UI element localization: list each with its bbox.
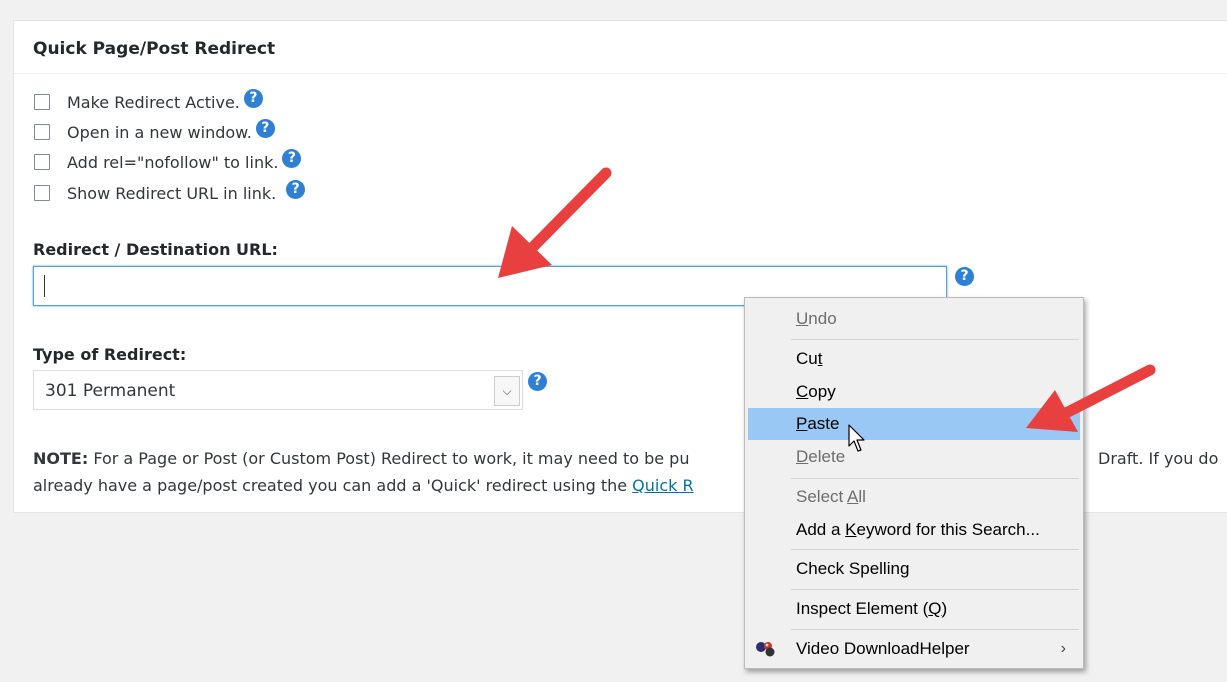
make-active-checkbox[interactable] <box>34 94 50 110</box>
note-line1-end: Draft. If you do <box>1098 449 1219 468</box>
note-line1: For a Page or Post (or Custom Post) Redi… <box>88 449 690 468</box>
menu-separator <box>791 478 1079 479</box>
panel-title: Quick Page/Post Redirect <box>33 39 276 59</box>
menu-item-delete[interactable]: Delete <box>748 441 1080 473</box>
chevron-down-icon[interactable]: ⌵ <box>494 376 520 406</box>
menu-separator <box>791 589 1079 590</box>
help-icon[interactable]: ? <box>955 267 974 286</box>
note-line2: already have a page/post created you can… <box>33 476 633 495</box>
option-label: Add rel="nofollow" to link. <box>67 152 279 172</box>
option-label: Show Redirect URL in link. <box>67 183 277 203</box>
show-url-checkbox[interactable] <box>34 185 50 201</box>
text-caret <box>44 275 45 297</box>
help-icon[interactable]: ? <box>255 118 275 138</box>
menu-item-video-downloadhelper[interactable]: Video DownloadHelper › <box>748 633 1080 665</box>
help-icon[interactable]: ? <box>282 148 302 168</box>
redirect-type-select[interactable]: 301 Permanent ⌵ <box>33 370 523 410</box>
option-new-window[interactable]: Open in a new window. ? <box>34 118 275 144</box>
option-show-url[interactable]: Show Redirect URL in link. ? <box>34 179 306 205</box>
menu-separator <box>791 339 1079 340</box>
help-icon[interactable]: ? <box>243 88 263 108</box>
redirect-type-label: Type of Redirect: <box>33 345 187 364</box>
note-bold: NOTE: <box>33 449 89 468</box>
nofollow-checkbox[interactable] <box>34 154 50 170</box>
menu-separator <box>791 549 1079 550</box>
menu-separator <box>791 629 1079 630</box>
selected-value: 301 Permanent <box>45 381 176 401</box>
menu-item-undo[interactable]: Undo <box>748 303 1080 335</box>
menu-item-copy[interactable]: Copy <box>748 376 1080 408</box>
menu-item-add-keyword[interactable]: Add a Keyword for this Search... <box>748 514 1080 546</box>
menu-item-select-all[interactable]: Select All <box>748 481 1080 513</box>
menu-item-cut[interactable]: Cut <box>748 343 1080 375</box>
menu-item-label: Video DownloadHelper <box>796 639 970 658</box>
option-label: Open in a new window. <box>67 122 252 142</box>
panel-divider <box>14 73 1227 74</box>
quick-redirect-link[interactable]: Quick R <box>632 476 693 495</box>
new-window-checkbox[interactable] <box>34 124 50 140</box>
option-label: Make Redirect Active. <box>67 92 240 112</box>
help-icon[interactable]: ? <box>286 179 306 199</box>
option-make-active[interactable]: Make Redirect Active. ? <box>34 88 263 114</box>
submenu-arrow-icon: › <box>1060 640 1066 657</box>
menu-item-inspect-element[interactable]: Inspect Element (Q) <box>748 593 1080 625</box>
url-field-label: Redirect / Destination URL: <box>33 240 278 259</box>
mouse-pointer-icon <box>848 424 865 452</box>
help-icon[interactable]: ? <box>528 372 547 391</box>
context-menu: Undo Cut Copy Paste Delete Select All Ad… <box>744 297 1084 669</box>
video-downloadhelper-icon <box>756 642 775 657</box>
option-nofollow[interactable]: Add rel="nofollow" to link. ? <box>34 148 302 174</box>
menu-item-check-spelling[interactable]: Check Spelling <box>748 553 1080 585</box>
menu-item-paste[interactable]: Paste <box>748 408 1080 440</box>
